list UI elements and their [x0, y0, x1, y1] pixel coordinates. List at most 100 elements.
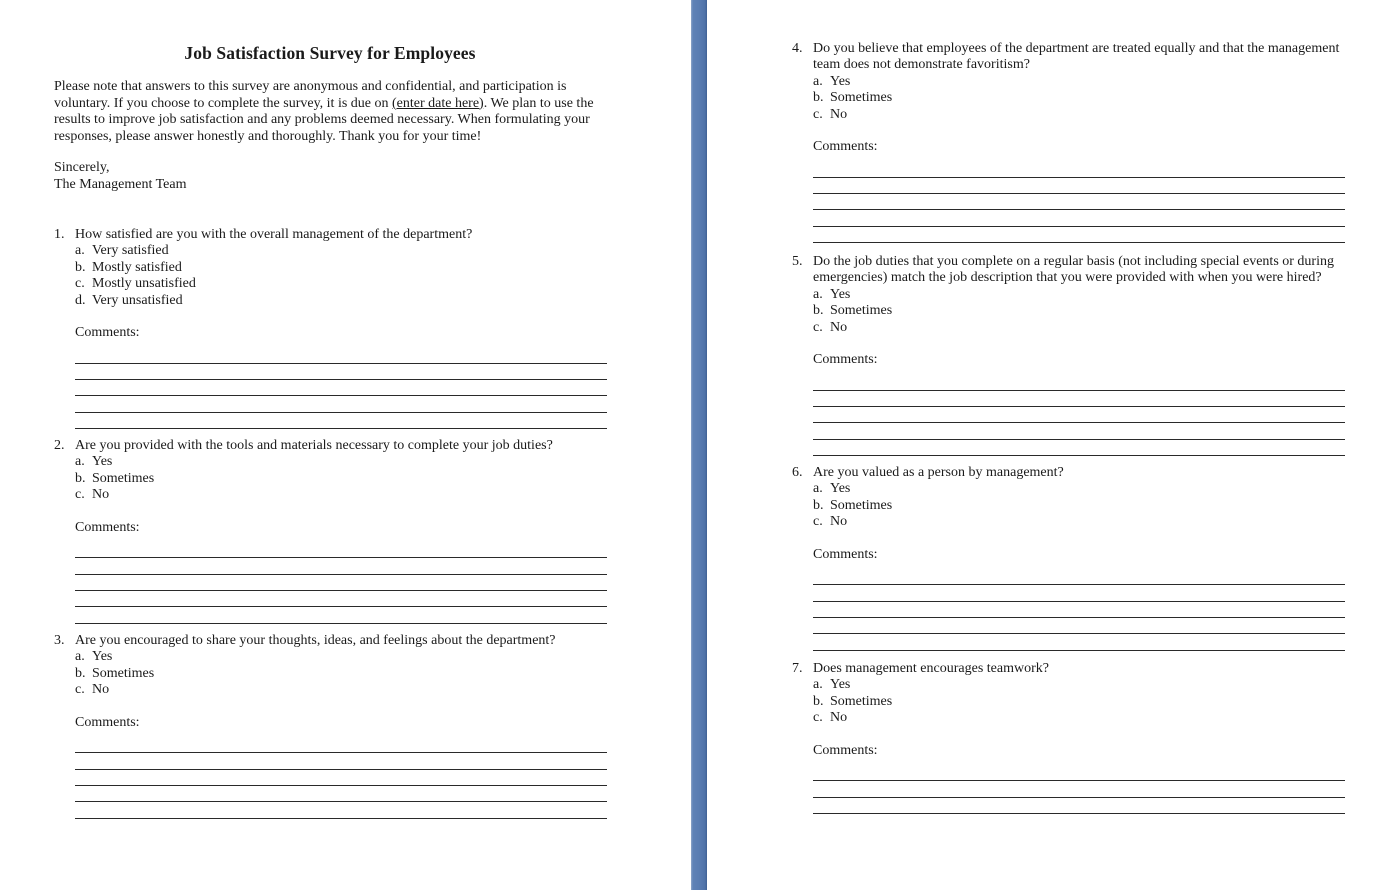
- question-number: 5.: [792, 254, 803, 269]
- due-date-placeholder[interactable]: (enter date here): [392, 96, 484, 111]
- comment-line[interactable]: [813, 765, 1345, 782]
- option-letter: a.: [75, 454, 85, 470]
- comment-line[interactable]: [75, 380, 607, 397]
- option-label: No: [92, 682, 110, 698]
- comment-line[interactable]: [813, 634, 1345, 651]
- comment-line[interactable]: [75, 770, 607, 787]
- comments-label: Comments:: [813, 139, 878, 155]
- comments-label: Comments:: [75, 714, 140, 730]
- option-letter: c.: [813, 514, 823, 530]
- comment-line[interactable]: [75, 786, 607, 803]
- question-2: 2. Are you provided with the tools and ma…: [54, 438, 607, 624]
- option-label: Sometimes: [830, 497, 893, 513]
- answer-option[interactable]: d. Very unsatisfied: [75, 293, 607, 309]
- answer-option[interactable]: c. No: [813, 514, 1345, 530]
- option-label: No: [830, 106, 848, 122]
- comment-line[interactable]: [813, 194, 1345, 211]
- comment-line[interactable]: [813, 227, 1345, 244]
- option-label: Yes: [830, 481, 851, 497]
- document-page-1: Job Satisfaction Survey for Employees Pl…: [0, 0, 691, 890]
- answer-option[interactable]: a. Yes: [75, 454, 607, 470]
- option-label: Yes: [830, 677, 851, 693]
- question-3: 3. Are you encouraged to share your thoug…: [54, 633, 607, 819]
- question-1: 1. How satisfied are you with the overall…: [54, 227, 607, 430]
- answer-option[interactable]: a. Yes: [75, 649, 607, 665]
- comment-line[interactable]: [75, 737, 607, 754]
- comment-line[interactable]: [813, 423, 1345, 440]
- comment-line[interactable]: [813, 391, 1345, 408]
- option-letter: b.: [813, 693, 824, 709]
- comment-line[interactable]: [75, 753, 607, 770]
- question-text-row: 7. Does management encourages teamwork?: [792, 661, 1345, 677]
- answer-option[interactable]: b. Sometimes: [813, 498, 1345, 514]
- question-text: Are you encouraged to share your thought…: [75, 633, 556, 648]
- answer-option[interactable]: b. Mostly satisfied: [75, 260, 607, 276]
- answer-option[interactable]: a. Yes: [813, 74, 1345, 90]
- option-label: Mostly satisfied: [92, 259, 182, 275]
- comment-line[interactable]: [75, 413, 607, 430]
- comment-line[interactable]: [75, 575, 607, 592]
- comments-label: Comments:: [813, 742, 878, 758]
- option-label: Yes: [92, 649, 113, 665]
- answer-option[interactable]: b. Sometimes: [813, 694, 1345, 710]
- comment-line[interactable]: [813, 585, 1345, 602]
- comment-line[interactable]: [75, 607, 607, 624]
- comment-line[interactable]: [813, 161, 1345, 178]
- option-label: Sometimes: [830, 303, 893, 319]
- option-label: Very satisfied: [92, 243, 169, 259]
- answer-option[interactable]: a. Yes: [813, 287, 1345, 303]
- comment-line[interactable]: [75, 347, 607, 364]
- comment-line[interactable]: [813, 440, 1345, 457]
- comment-line[interactable]: [75, 396, 607, 413]
- comments-label: Comments:: [75, 325, 140, 341]
- comment-line[interactable]: [813, 798, 1345, 815]
- answer-option[interactable]: b. Sometimes: [75, 666, 607, 682]
- comment-lines[interactable]: [813, 569, 1345, 651]
- comment-line[interactable]: [75, 542, 607, 559]
- question-text: How satisfied are you with the overall m…: [75, 227, 473, 242]
- comment-line[interactable]: [813, 407, 1345, 424]
- answer-options: a. Yes b. Sometimes c. No: [792, 677, 1345, 726]
- answer-option[interactable]: c. No: [813, 710, 1345, 726]
- comment-line[interactable]: [75, 558, 607, 575]
- option-letter: b.: [813, 90, 824, 106]
- comment-line[interactable]: [813, 210, 1345, 227]
- answer-option[interactable]: b. Sometimes: [813, 90, 1345, 106]
- answer-option[interactable]: b. Sometimes: [75, 471, 607, 487]
- comment-lines[interactable]: [75, 737, 607, 819]
- answer-option[interactable]: c. No: [75, 487, 607, 503]
- comment-line[interactable]: [75, 591, 607, 608]
- answer-option[interactable]: c. No: [75, 682, 607, 698]
- comment-line[interactable]: [813, 781, 1345, 798]
- option-letter: b.: [75, 665, 86, 681]
- answer-option[interactable]: c. No: [813, 320, 1345, 336]
- comment-line[interactable]: [75, 364, 607, 381]
- answer-option[interactable]: c. Mostly unsatisfied: [75, 276, 607, 292]
- signoff-signature: The Management Team: [54, 176, 187, 192]
- option-label: Yes: [92, 454, 113, 470]
- option-letter: b.: [75, 259, 86, 275]
- question-text: Do you believe that employees of the dep…: [813, 41, 1340, 73]
- question-number: 1.: [54, 227, 65, 242]
- comment-lines[interactable]: [813, 765, 1345, 815]
- answer-option[interactable]: b. Sometimes: [813, 303, 1345, 319]
- option-letter: c.: [813, 319, 823, 335]
- answer-option[interactable]: a. Yes: [813, 677, 1345, 693]
- option-label: Yes: [830, 73, 851, 89]
- comment-lines[interactable]: [75, 347, 607, 430]
- answer-option[interactable]: c. No: [813, 107, 1345, 123]
- answer-options: a. Yes b. Sometimes c. No: [54, 649, 607, 698]
- comment-lines[interactable]: [813, 161, 1345, 244]
- answer-option[interactable]: a. Yes: [813, 481, 1345, 497]
- comment-line[interactable]: [813, 618, 1345, 635]
- comment-line[interactable]: [75, 802, 607, 819]
- comment-lines[interactable]: [813, 374, 1345, 457]
- option-letter: b.: [813, 303, 824, 319]
- comment-line[interactable]: [813, 374, 1345, 391]
- comment-line[interactable]: [813, 569, 1345, 586]
- answer-option[interactable]: a. Very satisfied: [75, 243, 607, 259]
- comment-lines[interactable]: [75, 542, 607, 624]
- comments-label: Comments:: [75, 519, 140, 535]
- comment-line[interactable]: [813, 178, 1345, 195]
- comment-line[interactable]: [813, 602, 1345, 619]
